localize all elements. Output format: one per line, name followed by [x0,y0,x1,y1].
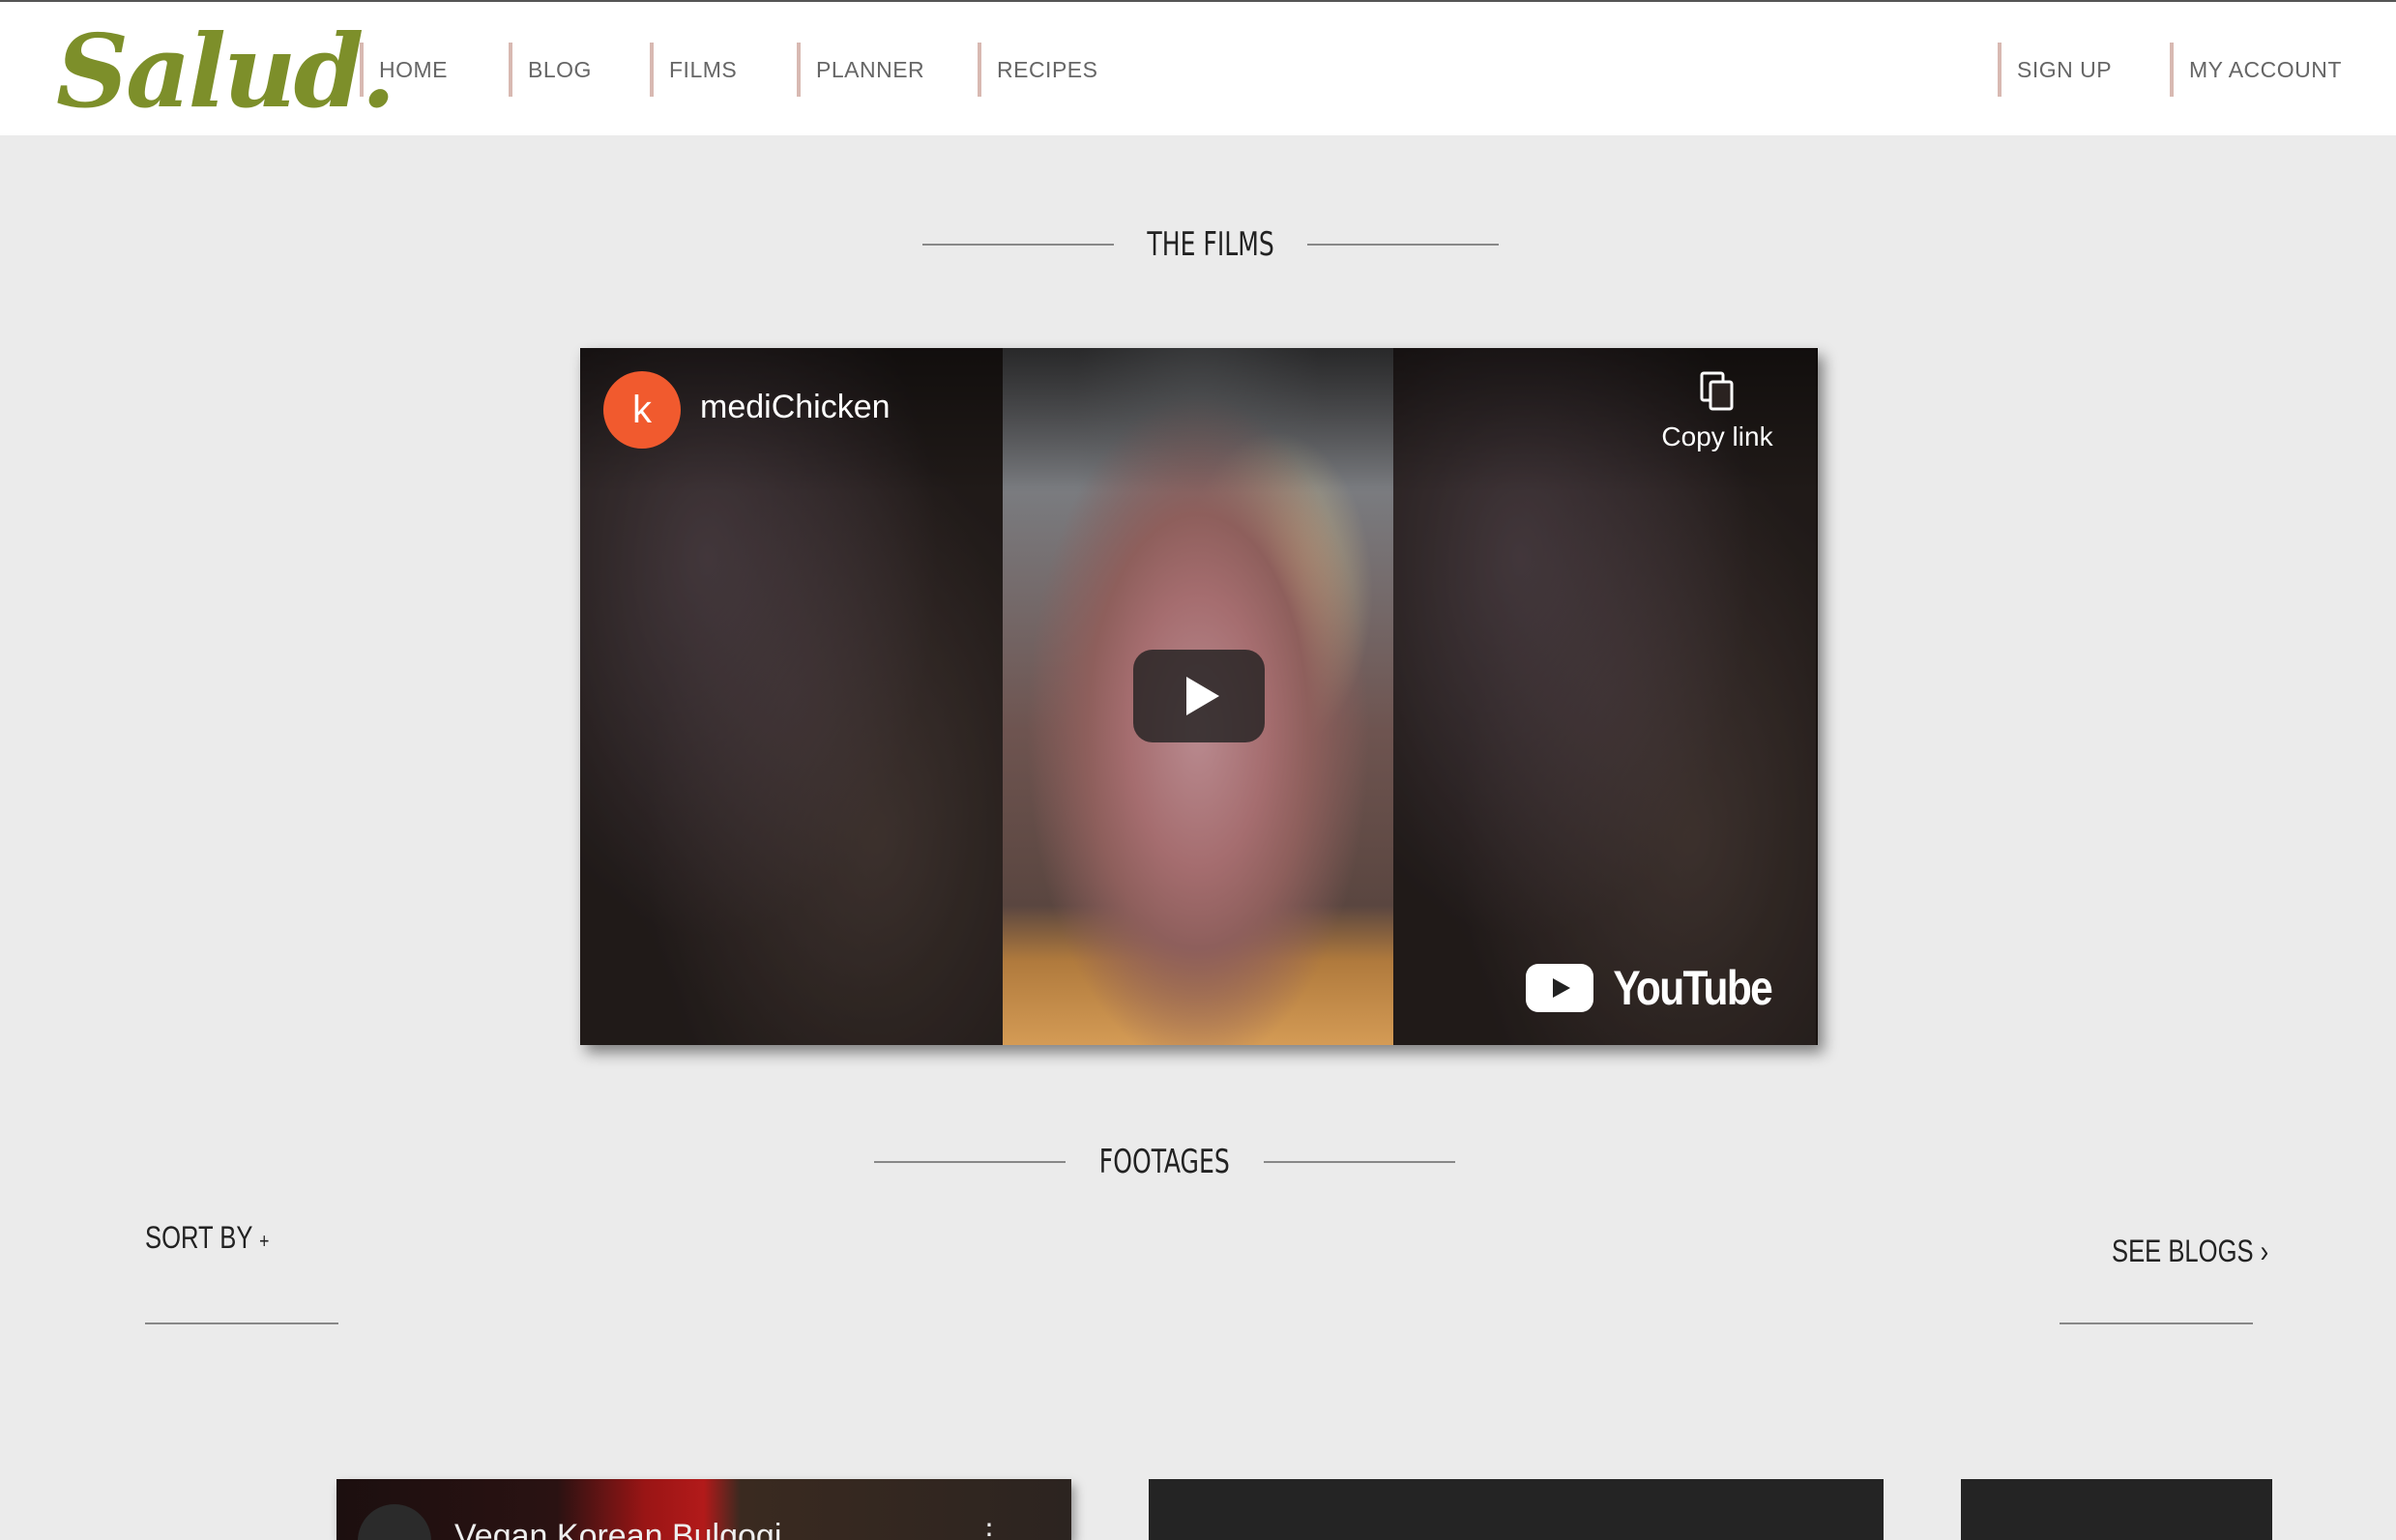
nav-planner[interactable]: PLANNER [797,43,924,97]
nav-recipes[interactable]: RECIPES [978,43,1097,97]
channel-avatar[interactable]: k [603,371,681,449]
see-blogs-link[interactable]: SEE BLOGS › [2112,1234,2268,1269]
card-title: Vegan Korean Bulgogi [454,1518,782,1540]
sort-by-underline [145,1322,338,1324]
heading-rule-right [1263,1161,1455,1163]
nav-blog[interactable]: BLOG [509,43,592,97]
sort-by-button[interactable]: SORT BY + [145,1220,269,1256]
nav-my-account[interactable]: MY ACCOUNT [2170,43,2342,97]
youtube-video-player[interactable]: k mediChicken Copy link YouTube [580,348,1818,1045]
films-heading: THE FILMS [922,220,1500,269]
copy-icon [1700,371,1734,411]
copy-link-button[interactable]: Copy link [1659,371,1775,452]
more-options-icon[interactable]: ⋮ [975,1518,1004,1540]
play-icon [1186,677,1219,715]
youtube-wordmark: YouTube [1612,961,1772,1015]
nav-sign-up[interactable]: SIGN UP [1998,43,2112,97]
nav-films[interactable]: FILMS [650,43,737,97]
plus-icon: + [259,1229,270,1253]
nav-home[interactable]: HOME [360,43,448,97]
heading-rule-left [874,1161,1066,1163]
heading-rule-right [1307,244,1500,246]
channel-name[interactable]: mediChicken [700,389,891,426]
chevron-right-icon: › [2260,1234,2269,1268]
footage-card[interactable] [1961,1479,2272,1540]
site-logo[interactable]: Salud. [56,14,396,130]
card-channel-avatar [358,1504,431,1540]
footage-card[interactable]: Vegan Korean Bulgogi ⋮ [336,1479,1071,1540]
heading-rule-left [922,244,1114,246]
see-blogs-underline [2060,1322,2253,1324]
footages-heading: FOOTAGES [874,1138,1455,1186]
see-blogs-label: SEE BLOGS [2112,1234,2254,1268]
youtube-logo[interactable]: YouTube [1525,960,1785,1016]
copy-link-label: Copy link [1661,421,1773,451]
play-button[interactable] [1133,650,1265,742]
site-header: Salud. HOME BLOG FILMS PLANNER RECIPES S… [0,0,2396,135]
films-heading-text: THE FILMS [1147,225,1274,264]
sort-by-label: SORT BY [145,1220,252,1255]
youtube-play-icon [1525,964,1593,1012]
footages-heading-text: FOOTAGES [1098,1143,1230,1181]
footage-card[interactable] [1149,1479,1884,1540]
